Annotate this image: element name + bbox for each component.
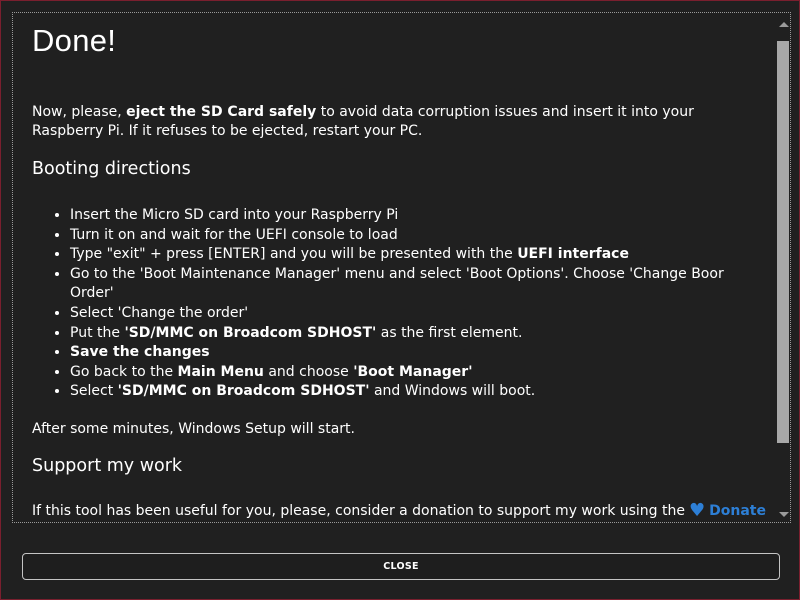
step-text: Select 'Change the order': [70, 304, 249, 321]
step-text: Select: [70, 383, 118, 400]
support-heading: Support my work: [32, 455, 183, 476]
step-bold: UEFI interface: [517, 246, 629, 263]
scroll-content: Done! Now, please, eject the SD Card saf…: [13, 13, 769, 522]
list-item: Select 'SD/MMC on Broadcom SDHOST' and W…: [70, 382, 751, 402]
list-item: Turn it on and wait for the UEFI console…: [70, 226, 751, 246]
heart-icon: ♥: [689, 499, 706, 521]
list-item: Insert the Micro SD card into your Raspb…: [70, 206, 751, 226]
content-frame: Done! Now, please, eject the SD Card saf…: [12, 12, 791, 523]
step-bold: Main Menu: [177, 363, 264, 380]
list-item: Select 'Change the order': [70, 304, 751, 324]
list-item: Go to the 'Boot Maintenance Manager' men…: [70, 265, 751, 304]
step-bold: Save the changes: [70, 344, 210, 361]
step-text: and choose: [263, 363, 354, 380]
list-item: Save the changes: [70, 343, 751, 363]
list-item: Go back to the Main Menu and choose 'Boo…: [70, 363, 751, 383]
donate-link[interactable]: Donate: [709, 503, 766, 519]
page-title: Done!: [32, 23, 117, 58]
step-text: as the first element.: [376, 324, 523, 341]
vertical-scrollbar[interactable]: [776, 13, 790, 522]
support-paragraph: If this tool has been useful for you, pl…: [32, 499, 766, 521]
intro-bold: eject the SD Card safely: [126, 104, 317, 120]
dialog-window: Done! Now, please, eject the SD Card saf…: [0, 0, 800, 600]
step-bold: 'SD/MMC on Broadcom SDHOST': [124, 324, 377, 341]
scrollbar-thumb[interactable]: [777, 41, 789, 443]
booting-steps-list: Insert the Micro SD card into your Raspb…: [32, 206, 751, 402]
step-text: Put the: [70, 324, 125, 341]
intro-text-1: Now, please,: [32, 104, 127, 120]
intro-paragraph: Now, please, eject the SD Card safely to…: [32, 103, 751, 141]
step-text: Go to the 'Boot Maintenance Manager' men…: [70, 265, 724, 302]
scroll-up-icon[interactable]: [779, 22, 789, 27]
step-text: Type "exit" + press [ENTER] and you will…: [70, 246, 518, 263]
step-text: Turn it on and wait for the UEFI console…: [70, 226, 398, 243]
step-text: Go back to the: [70, 363, 178, 380]
scroll-down-icon[interactable]: [779, 512, 789, 517]
list-item: Put the 'SD/MMC on Broadcom SDHOST' as t…: [70, 324, 751, 344]
step-text: and Windows will boot.: [369, 383, 536, 400]
step-bold: 'Boot Manager': [353, 363, 473, 380]
after-text: After some minutes, Windows Setup will s…: [32, 420, 355, 437]
booting-directions-heading: Booting directions: [32, 159, 191, 179]
step-bold: 'SD/MMC on Broadcom SDHOST': [117, 383, 370, 400]
step-text: Insert the Micro SD card into your Raspb…: [70, 207, 399, 223]
list-item: Type "exit" + press [ENTER] and you will…: [70, 245, 751, 265]
support-text: If this tool has been useful for you, pl…: [32, 502, 685, 519]
close-button[interactable]: CLOSE: [22, 553, 780, 580]
